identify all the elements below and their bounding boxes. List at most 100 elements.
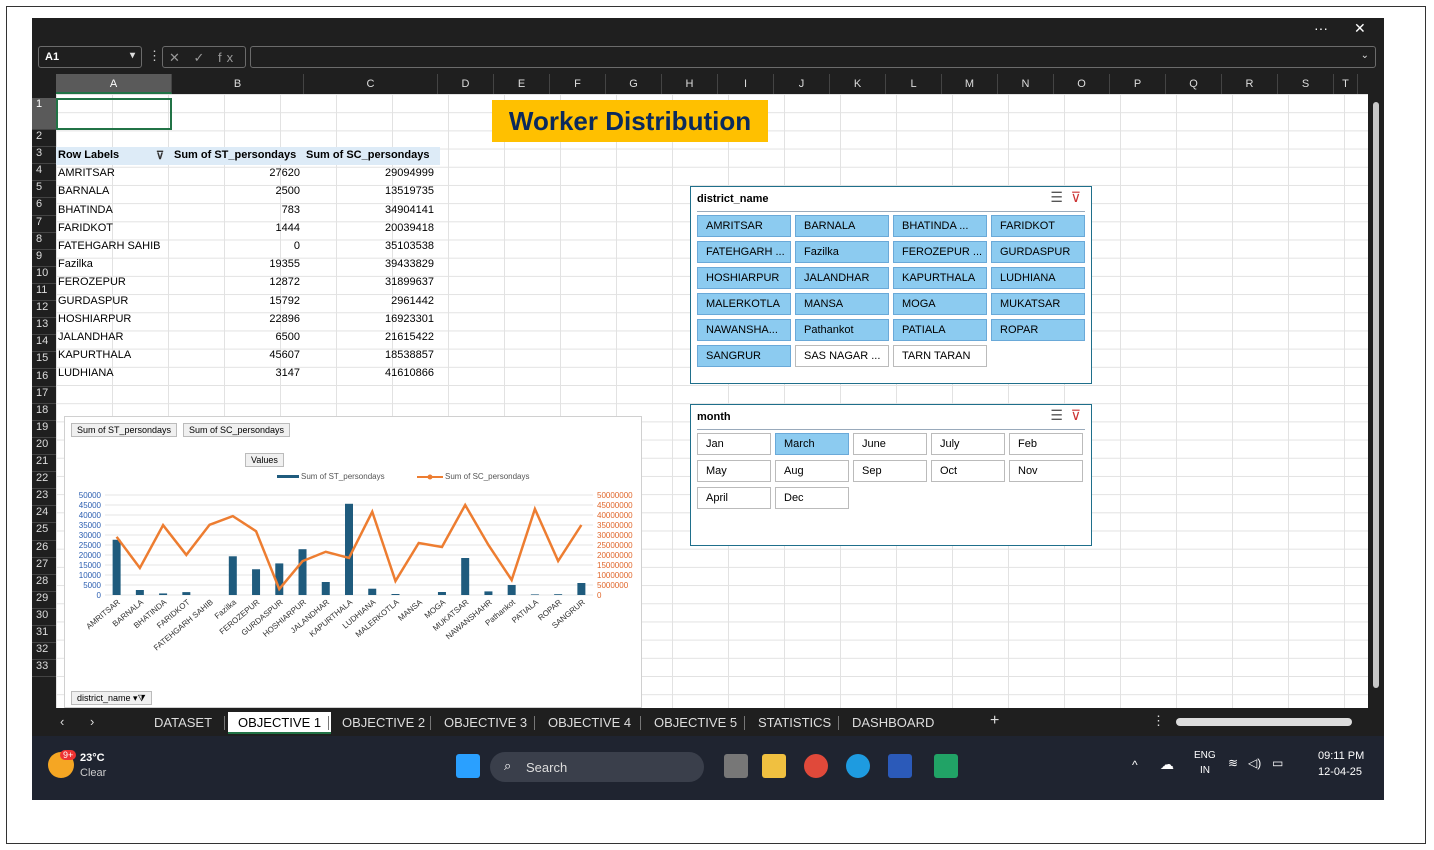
sheet-tab[interactable]: OBJECTIVE 3 xyxy=(434,712,537,734)
slicer-item[interactable]: SANGRUR xyxy=(697,345,791,367)
row-header-20[interactable]: 20 xyxy=(32,438,56,456)
slicer-item[interactable]: JALANDHAR xyxy=(795,267,889,289)
column-header-d[interactable]: D xyxy=(438,74,494,94)
slicer-item[interactable]: BHATINDA ... xyxy=(893,215,987,237)
windows-start-icon[interactable] xyxy=(456,754,480,778)
slicer-item[interactable]: Fazilka xyxy=(795,241,889,263)
row-header-6[interactable]: 6 xyxy=(32,198,56,216)
row-header-33[interactable]: 33 xyxy=(32,660,56,678)
formula-buttons[interactable]: ✕ ✓ fx xyxy=(162,46,246,68)
pivot-row[interactable]: FATEHGARH SAHIB 0 35103538 xyxy=(56,238,440,256)
slicer-district[interactable]: district_name ☰ ⊽ AMRITSAR BARNALA BHATIND… xyxy=(690,186,1092,384)
column-header-q[interactable]: Q xyxy=(1166,74,1222,94)
row-header-27[interactable]: 27 xyxy=(32,558,56,575)
column-header-s[interactable]: S xyxy=(1278,74,1334,94)
more-options-button[interactable]: ··· xyxy=(1314,20,1328,36)
add-sheet-icon[interactable]: + xyxy=(990,712,999,730)
slicer-item[interactable]: Feb xyxy=(1009,433,1083,455)
sheet-tab[interactable]: OBJECTIVE 4 xyxy=(538,712,641,734)
row-header-25[interactable]: 25 xyxy=(32,523,56,541)
sheet-tab[interactable]: STATISTICS xyxy=(748,712,841,734)
pivot-row[interactable]: BHATINDA 783 34904141 xyxy=(56,202,440,220)
column-header-i[interactable]: I xyxy=(718,74,774,94)
row-header-16[interactable]: 16 xyxy=(32,370,56,387)
row-header-31[interactable]: 31 xyxy=(32,626,56,644)
row-header-3[interactable]: 3 xyxy=(32,147,56,165)
row-header-7[interactable]: 7 xyxy=(32,216,56,233)
row-header-17[interactable]: 17 xyxy=(32,387,56,404)
row-labels-filter-icon[interactable]: ⊽ xyxy=(156,149,164,162)
slicer-item[interactable]: Pathankot xyxy=(795,319,889,341)
column-header-f[interactable]: F xyxy=(550,74,606,94)
prev-sheet-icon[interactable]: ‹ xyxy=(60,714,64,729)
row-header-11[interactable]: 11 xyxy=(32,284,56,302)
row-header-2[interactable]: 2 xyxy=(32,130,56,148)
name-box[interactable]: A1 ▾ xyxy=(38,46,142,68)
file-explorer-icon[interactable] xyxy=(762,754,786,778)
slicer-item[interactable]: BARNALA xyxy=(795,215,889,237)
values-button[interactable]: Values xyxy=(245,453,284,467)
slicer-item[interactable]: FEROZEPUR ... xyxy=(893,241,987,263)
multi-select-icon[interactable]: ☰ xyxy=(1050,189,1063,205)
pivot-row[interactable]: FEROZEPUR 12872 31899637 xyxy=(56,274,440,292)
pivot-row[interactable]: LUDHIANA 3147 41610866 xyxy=(56,365,440,383)
row-header-28[interactable]: 28 xyxy=(32,575,56,592)
slicer-item[interactable]: March xyxy=(775,433,849,455)
edge-icon[interactable] xyxy=(846,754,870,778)
pivot-row[interactable]: HOSHIARPUR 22896 16923301 xyxy=(56,311,440,329)
slicer-item[interactable]: May xyxy=(697,460,771,482)
slicer-item[interactable]: KAPURTHALA xyxy=(893,267,987,289)
clear-filter-icon[interactable]: ⊽ xyxy=(1071,407,1081,423)
pivot-row[interactable]: KAPURTHALA 45607 18538857 xyxy=(56,347,440,365)
column-header-r[interactable]: R xyxy=(1222,74,1278,94)
row-header-22[interactable]: 22 xyxy=(32,472,56,490)
chevron-down-icon[interactable]: ▾ xyxy=(130,50,135,61)
chevron-up-icon[interactable]: ^ xyxy=(1132,758,1138,772)
selected-cell-a1[interactable] xyxy=(56,98,172,130)
volume-icon[interactable]: ◁) xyxy=(1248,756,1261,770)
pivot-row[interactable]: Fazilka 19355 39433829 xyxy=(56,256,440,274)
slicer-item[interactable]: FARIDKOT xyxy=(991,215,1085,237)
row-header-32[interactable]: 32 xyxy=(32,643,56,661)
pivot-row[interactable]: GURDASPUR 15792 2961442 xyxy=(56,293,440,311)
sheet-tab[interactable]: DASHBOARD xyxy=(842,712,944,734)
row-header-1[interactable]: 1 xyxy=(32,98,56,130)
slicer-item[interactable]: Sep xyxy=(853,460,927,482)
axis-field-button[interactable]: district_name ▾⧩ xyxy=(71,691,152,705)
pivot-row[interactable]: AMRITSAR 27620 29094999 xyxy=(56,165,440,183)
column-header-o[interactable]: O xyxy=(1054,74,1110,94)
expand-chevron-icon[interactable]: ⌄ xyxy=(1361,50,1369,61)
slicer-item[interactable]: ROPAR xyxy=(991,319,1085,341)
column-header-g[interactable]: G xyxy=(606,74,662,94)
row-header-23[interactable]: 23 xyxy=(32,489,56,507)
column-header-e[interactable]: E xyxy=(494,74,550,94)
row-header-18[interactable]: 18 xyxy=(32,404,56,421)
row-header-13[interactable]: 13 xyxy=(32,318,56,336)
column-header-t[interactable]: T xyxy=(1334,74,1358,94)
column-header-b[interactable]: B xyxy=(172,74,304,94)
excel-icon[interactable] xyxy=(934,754,958,778)
slicer-item[interactable]: GURDASPUR xyxy=(991,241,1085,263)
chrome-icon[interactable] xyxy=(804,754,828,778)
worksheet-grid[interactable]: Worker Distribution Row Labels ⊽ Sum of ST… xyxy=(56,94,1368,708)
column-header-l[interactable]: L xyxy=(886,74,942,94)
slicer-item[interactable]: MOGA xyxy=(893,293,987,315)
slicer-item[interactable]: AMRITSAR xyxy=(697,215,791,237)
slicer-item[interactable]: LUDHIANA xyxy=(991,267,1085,289)
slicer-item[interactable]: Jan xyxy=(697,433,771,455)
row-header-24[interactable]: 24 xyxy=(32,506,56,524)
vertical-scrollbar[interactable] xyxy=(1368,94,1384,708)
row-header-21[interactable]: 21 xyxy=(32,455,56,473)
column-header-m[interactable]: M xyxy=(942,74,998,94)
column-header-k[interactable]: K xyxy=(830,74,886,94)
row-header-30[interactable]: 30 xyxy=(32,609,56,627)
slicer-item[interactable]: Nov xyxy=(1009,460,1083,482)
close-button[interactable]: ✕ xyxy=(1354,20,1366,37)
slicer-item[interactable]: SAS NAGAR ... xyxy=(795,345,889,367)
column-header-j[interactable]: J xyxy=(774,74,830,94)
pivot-header-row[interactable]: Row Labels ⊽ Sum of ST_persondays Sum of SC… xyxy=(56,147,440,165)
cloud-icon[interactable]: ☁ xyxy=(1160,756,1174,773)
clear-filter-icon[interactable]: ⊽ xyxy=(1071,189,1081,205)
battery-icon[interactable]: ▭ xyxy=(1272,756,1283,770)
slicer-item[interactable]: MUKATSAR xyxy=(991,293,1085,315)
